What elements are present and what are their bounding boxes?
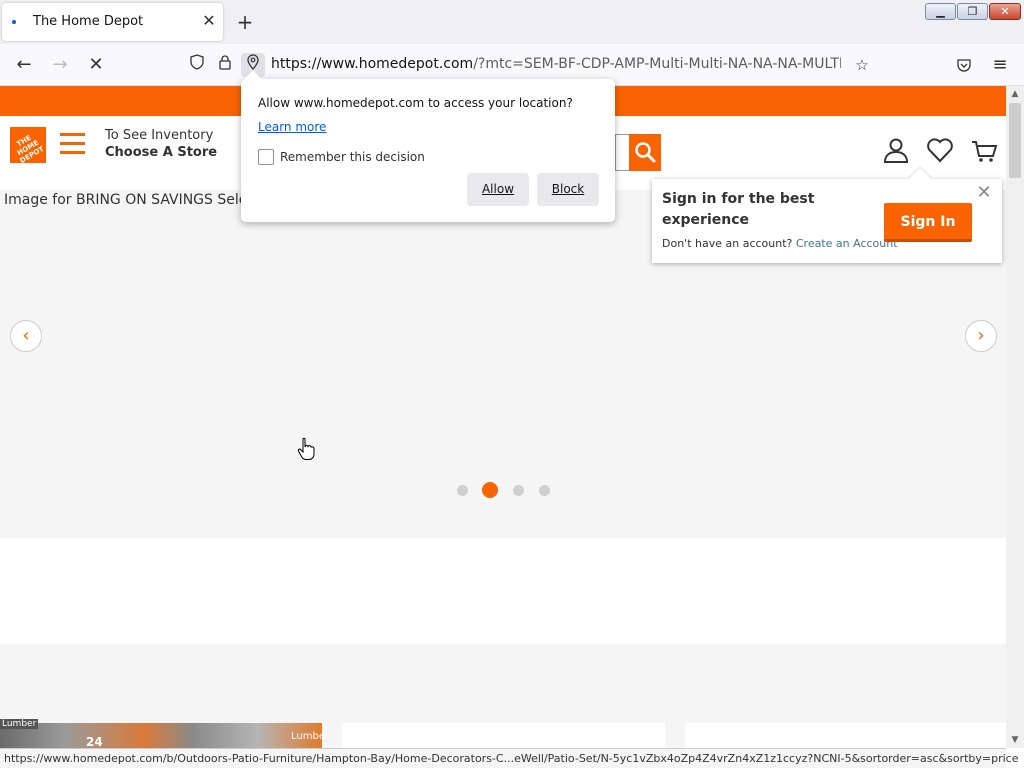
account-icon[interactable] <box>882 136 910 164</box>
close-icon[interactable]: ✕ <box>975 184 993 202</box>
carousel-next-button[interactable]: › <box>965 320 997 352</box>
address-bar[interactable]: https://www.homedepot.com/?mtc=SEM-BF-CD… <box>184 49 878 81</box>
carousel-pagination <box>456 482 556 498</box>
scroll-up-arrow-icon[interactable]: ▲ <box>1006 86 1024 102</box>
new-tab-button[interactable]: + <box>233 10 257 34</box>
carousel-prev-button[interactable]: ‹ <box>10 320 42 352</box>
lock-icon[interactable] <box>213 53 237 77</box>
close-window-icon: ✕ <box>1000 5 1010 18</box>
app-menu-button[interactable]: ≡ <box>987 52 1013 78</box>
close-tab-icon[interactable]: ✕ <box>199 11 219 31</box>
signin-title: Sign in for the best experience <box>662 191 815 228</box>
carousel-dot-2[interactable] <box>482 482 498 498</box>
tab-strip: The Home Depot ✕ + ▁ ❐ ✕ <box>0 0 1024 44</box>
sign-in-button[interactable]: Sign In <box>884 203 972 242</box>
permission-message: Allow www.homedepot.com to access your l… <box>258 96 573 110</box>
content-section <box>0 538 1006 644</box>
home-depot-logo[interactable]: THE HOME DEPOT <box>10 127 46 165</box>
status-link-url: https://www.homedepot.com/b/Outdoors-Pat… <box>4 752 1019 765</box>
carousel-dot-3[interactable] <box>513 485 524 496</box>
close-window-button[interactable]: ✕ <box>989 3 1021 20</box>
stop-loading-button[interactable]: ✕ <box>83 52 109 78</box>
minimize-window-button[interactable]: ▁ <box>925 3 956 20</box>
tracking-protection-icon[interactable] <box>185 53 209 77</box>
forward-button[interactable]: → <box>47 52 73 78</box>
remember-decision-label[interactable]: Remember this decision <box>280 150 425 164</box>
signin-subtext: Don't have an account? Create an Account <box>662 237 898 250</box>
back-button[interactable]: ← <box>11 52 37 78</box>
restore-window-button[interactable]: ❐ <box>957 3 988 20</box>
bookmark-star-icon[interactable]: ☆ <box>850 53 874 77</box>
allow-button[interactable]: Allow <box>467 173 529 206</box>
tab-home-depot[interactable]: The Home Depot ✕ <box>2 3 223 41</box>
minimize-icon: ▁ <box>936 5 945 18</box>
search-button[interactable] <box>629 134 661 171</box>
pocket-icon[interactable] <box>951 52 977 78</box>
hand-cursor-icon <box>297 437 315 460</box>
block-button[interactable]: Block <box>537 173 599 206</box>
tile-label-lumbe: Lumbe <box>291 731 325 742</box>
status-bar: https://www.homedepot.com/b/Outdoors-Pat… <box>0 748 1018 768</box>
scroll-down-arrow-icon[interactable]: ▼ <box>1006 732 1024 748</box>
store-prompt[interactable]: To See Inventory <box>105 128 213 143</box>
signin-popover: Sign in for the best experience Don't ha… <box>652 167 1002 263</box>
no-account-text: Don't have an account? <box>662 237 793 250</box>
tab-loading-indicator <box>12 20 16 24</box>
hamburger-menu-icon[interactable] <box>60 133 85 155</box>
carousel-dot-4[interactable] <box>539 485 550 496</box>
carousel-dot-1[interactable] <box>457 485 468 496</box>
location-permission-popup: Allow www.homedepot.com to access your l… <box>241 70 615 222</box>
choose-store-link[interactable]: Choose A Store <box>105 145 217 160</box>
search-input[interactable] <box>615 134 629 171</box>
category-tile-2[interactable] <box>342 723 665 748</box>
remember-decision-checkbox[interactable] <box>258 149 274 165</box>
tile-label-number: 24 <box>86 735 103 748</box>
tile-label-lumber: Lumber <box>0 719 39 729</box>
url-host: https://www.homedepot.com <box>271 56 474 72</box>
url-path: /?mtc=SEM-BF-CDP-AMP-Multi-Multi-NA-NA-N… <box>473 56 841 72</box>
cart-icon[interactable] <box>970 136 998 164</box>
create-account-link[interactable]: Create an Account <box>796 237 898 250</box>
hero-image-alt-text[interactable]: Image for BRING ON SAVINGS Select <box>4 192 261 208</box>
category-tile-lumber[interactable]: Lumber 24 Lumbe <box>0 719 325 748</box>
favorites-heart-icon[interactable] <box>926 136 954 164</box>
url-field[interactable]: https://www.homedepot.com/?mtc=SEM-BF-CD… <box>271 56 841 72</box>
logo-text: THE HOME DEPOT <box>15 133 46 166</box>
scroll-thumb[interactable] <box>1009 103 1021 178</box>
vertical-scrollbar[interactable]: ▲ ▼ <box>1006 86 1024 748</box>
tab-title: The Home Depot <box>33 14 144 29</box>
learn-more-link[interactable]: Learn more <box>258 120 326 134</box>
category-tile-3[interactable] <box>685 723 1006 748</box>
search-icon <box>635 142 656 163</box>
restore-icon: ❐ <box>967 5 978 18</box>
